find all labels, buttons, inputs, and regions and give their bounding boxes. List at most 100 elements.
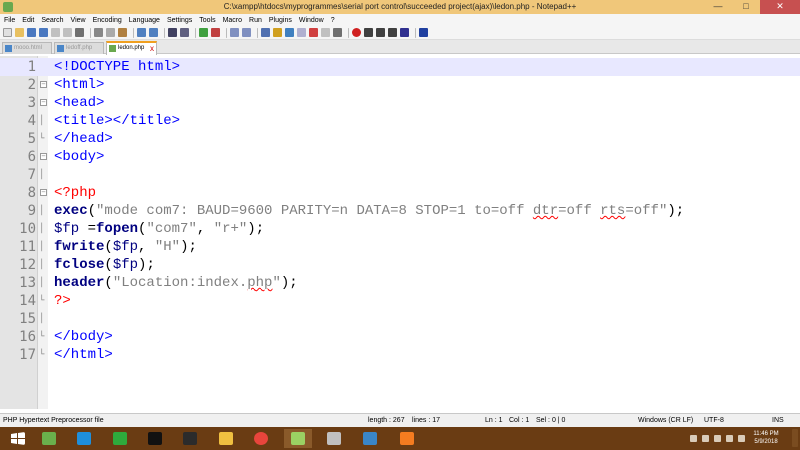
show-desktop-button[interactable]	[792, 429, 798, 447]
taskbar-app[interactable]	[212, 429, 240, 448]
spell-check-icon[interactable]	[419, 28, 428, 37]
taskbar-app[interactable]	[141, 429, 169, 448]
menu-plugins[interactable]: Plugins	[269, 17, 292, 24]
menu-view[interactable]: View	[71, 17, 86, 24]
code-line[interactable]: 12 │ fclose($fp);	[0, 256, 800, 274]
close-all-icon[interactable]	[63, 28, 72, 37]
taskbar-app[interactable]	[356, 429, 384, 448]
user-language-icon[interactable]	[297, 28, 306, 37]
taskbar-app[interactable]	[35, 429, 63, 448]
menu-file[interactable]: File	[4, 17, 15, 24]
sync-vertical-icon[interactable]	[230, 28, 239, 37]
tab-ledon-php[interactable]: ledon.php x	[106, 41, 157, 55]
paste-icon[interactable]	[118, 28, 127, 37]
find-icon[interactable]	[168, 28, 177, 37]
print-icon[interactable]	[75, 28, 84, 37]
show-all-chars-icon[interactable]	[273, 28, 282, 37]
menu-help[interactable]: ?	[331, 17, 335, 24]
copy-icon[interactable]	[106, 28, 115, 37]
function-list-icon[interactable]	[321, 28, 330, 37]
stop-macro-icon[interactable]	[364, 28, 373, 37]
fold-toggle-icon[interactable]: −	[40, 99, 47, 106]
code-line[interactable]: 5 └ </head>	[0, 130, 800, 148]
taskbar-app-active[interactable]	[284, 429, 312, 448]
code-line[interactable]: 14 └ ?>	[0, 292, 800, 310]
menu-window[interactable]: Window	[299, 17, 324, 24]
record-macro-icon[interactable]	[352, 28, 361, 37]
play-multiple-macro-icon[interactable]	[388, 28, 397, 37]
status-eol[interactable]: Windows (CR LF)	[638, 417, 693, 424]
word-wrap-icon[interactable]	[261, 28, 270, 37]
open-file-icon[interactable]	[15, 28, 24, 37]
code-line[interactable]: 8 − <?php	[0, 184, 800, 202]
fold-toggle-icon[interactable]: −	[40, 153, 47, 160]
code-line[interactable]: 10 │ $fp =fopen("com7", "r+");	[0, 220, 800, 238]
menu-run[interactable]: Run	[249, 17, 262, 24]
close-button[interactable]: ✕	[760, 0, 800, 14]
code-line[interactable]: 13 │ header("Location:index.php");	[0, 274, 800, 292]
code-line[interactable]: 4 │ <title></title>	[0, 112, 800, 130]
zoom-out-icon[interactable]	[211, 28, 220, 37]
status-encoding[interactable]: UTF-8	[704, 417, 724, 424]
code-line[interactable]: 9 │ exec("mode com7: BAUD=9600 PARITY=n …	[0, 202, 800, 220]
maximize-button[interactable]: □	[732, 0, 760, 14]
start-button[interactable]	[4, 429, 32, 448]
menu-edit[interactable]: Edit	[22, 17, 34, 24]
tab-ledoff-php[interactable]: ledoff.php	[54, 42, 104, 54]
save-icon[interactable]	[27, 28, 36, 37]
code-line[interactable]: 7 │	[0, 166, 800, 184]
zoom-in-icon[interactable]	[199, 28, 208, 37]
code-line[interactable]: 2 − <html>	[0, 76, 800, 94]
code-line[interactable]: 1 <!DOCTYPE html>	[0, 58, 800, 76]
minimize-button[interactable]: —	[704, 0, 732, 14]
code-editor[interactable]: 1 <!DOCTYPE html> 2 − <html> 3 − <head> …	[0, 56, 800, 409]
menu-search[interactable]: Search	[41, 17, 63, 24]
tortoise-icon	[42, 432, 56, 445]
menu-encoding[interactable]: Encoding	[93, 17, 122, 24]
taskbar-app[interactable]	[70, 429, 98, 448]
play-macro-icon[interactable]	[376, 28, 385, 37]
save-all-icon[interactable]	[39, 28, 48, 37]
cut-icon[interactable]	[94, 28, 103, 37]
status-lines: lines : 17	[412, 417, 441, 424]
volume-icon[interactable]	[738, 435, 745, 442]
clock[interactable]: 11:46 PM 5/9/2018	[746, 430, 786, 446]
new-file-icon[interactable]	[3, 28, 12, 37]
show-hidden-icons-icon[interactable]	[690, 435, 697, 442]
folder-workspace-icon[interactable]	[333, 28, 342, 37]
taskbar-app[interactable]	[393, 429, 421, 448]
fold-line-icon: │	[39, 314, 45, 324]
taskbar-app[interactable]	[320, 429, 348, 448]
redo-icon[interactable]	[149, 28, 158, 37]
battery-icon[interactable]	[714, 435, 721, 442]
line-number: 5	[27, 131, 36, 147]
taskbar-app[interactable]	[247, 429, 275, 448]
sync-horizontal-icon[interactable]	[242, 28, 251, 37]
menu-tools[interactable]: Tools	[199, 17, 215, 24]
menu-macro[interactable]: Macro	[223, 17, 242, 24]
tab-mooo-html[interactable]: mooo.html	[2, 42, 52, 54]
replace-icon[interactable]	[180, 28, 189, 37]
taskbar-app[interactable]	[106, 429, 134, 448]
close-file-icon[interactable]	[51, 28, 60, 37]
code-line[interactable]: 3 − <head>	[0, 94, 800, 112]
save-macro-icon[interactable]	[400, 28, 409, 37]
undo-icon[interactable]	[137, 28, 146, 37]
taskbar-app[interactable]	[176, 429, 204, 448]
close-tab-icon[interactable]: x	[150, 43, 154, 54]
code-line[interactable]: 17 └ </html>	[0, 346, 800, 364]
menu-settings[interactable]: Settings	[167, 17, 192, 24]
fold-toggle-icon[interactable]: −	[40, 81, 47, 88]
code-line[interactable]: 11 │ fwrite($fp, "H");	[0, 238, 800, 256]
tab-label: mooo.html	[14, 45, 43, 51]
fold-toggle-icon[interactable]: −	[40, 189, 47, 196]
code-line[interactable]: 6 − <body>	[0, 148, 800, 166]
flag-icon[interactable]	[702, 435, 709, 442]
doc-map-icon[interactable]	[309, 28, 318, 37]
code-line[interactable]: 16 └ </body>	[0, 328, 800, 346]
status-insert-mode[interactable]: INS	[772, 417, 784, 424]
network-icon[interactable]	[726, 435, 733, 442]
indent-guide-icon[interactable]	[285, 28, 294, 37]
menu-language[interactable]: Language	[129, 17, 160, 24]
code-line[interactable]: 15 │	[0, 310, 800, 328]
